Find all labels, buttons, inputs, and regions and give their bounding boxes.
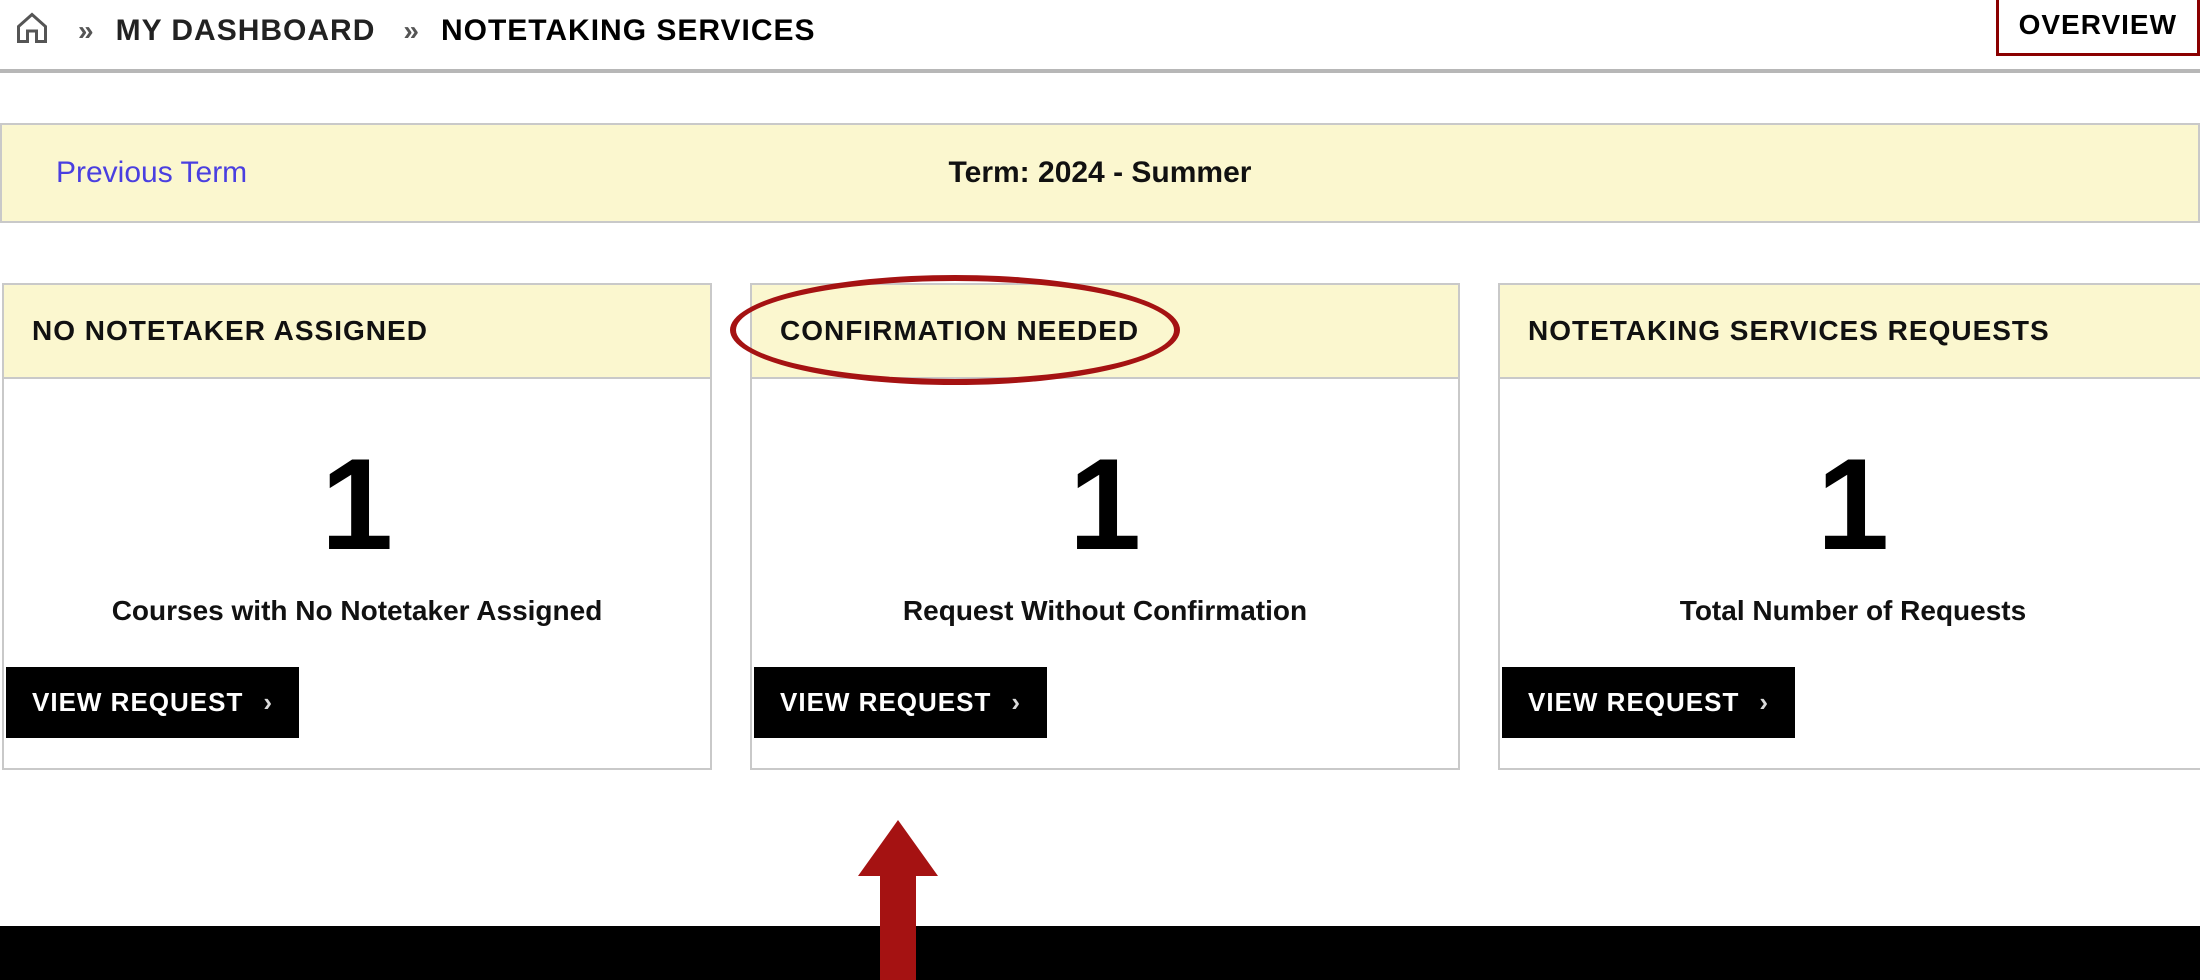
card-count: 1 <box>1817 439 1889 569</box>
card-body: 1 Total Number of Requests VIEW REQUEST … <box>1500 379 2200 768</box>
card-no-notetaker: NO NOTETAKER ASSIGNED 1 Courses with No … <box>2 283 712 770</box>
home-icon[interactable] <box>14 10 50 51</box>
card-count: 1 <box>1069 439 1141 569</box>
chevron-right-icon: › <box>1011 687 1021 718</box>
card-subtitle: Total Number of Requests <box>1680 595 2026 627</box>
chevron-right-icon: › <box>1759 687 1769 718</box>
term-bar: Previous Term Term: 2024 - Summer <box>0 123 2200 223</box>
button-label: VIEW REQUEST <box>32 687 243 718</box>
cards-row: NO NOTETAKER ASSIGNED 1 Courses with No … <box>0 283 2200 770</box>
card-confirmation-needed: CONFIRMATION NEEDED 1 Request Without Co… <box>750 283 1460 770</box>
card-title: CONFIRMATION NEEDED <box>752 285 1458 379</box>
breadcrumb-current: NOTETAKING SERVICES <box>441 14 816 48</box>
chevron-right-icon: » <box>403 15 413 47</box>
breadcrumb-dashboard[interactable]: MY DASHBOARD <box>116 14 376 48</box>
button-label: VIEW REQUEST <box>780 687 991 718</box>
card-service-requests: NOTETAKING SERVICES REQUESTS 1 Total Num… <box>1498 283 2200 770</box>
view-request-button[interactable]: VIEW REQUEST › <box>1502 667 1795 738</box>
overview-button[interactable]: OVERVIEW <box>1996 0 2200 56</box>
card-body: 1 Request Without Confirmation VIEW REQU… <box>752 379 1458 768</box>
card-title: NO NOTETAKER ASSIGNED <box>4 285 710 379</box>
chevron-right-icon: › <box>263 687 273 718</box>
chevron-right-icon: » <box>78 15 88 47</box>
card-subtitle: Request Without Confirmation <box>903 595 1307 627</box>
breadcrumb: » MY DASHBOARD » NOTETAKING SERVICES OVE… <box>0 0 2200 73</box>
card-body: 1 Courses with No Notetaker Assigned VIE… <box>4 379 710 768</box>
card-subtitle: Courses with No Notetaker Assigned <box>112 595 603 627</box>
previous-term-link[interactable]: Previous Term <box>2 156 247 190</box>
button-label: VIEW REQUEST <box>1528 687 1739 718</box>
view-request-button[interactable]: VIEW REQUEST › <box>6 667 299 738</box>
card-title: NOTETAKING SERVICES REQUESTS <box>1500 285 2200 379</box>
view-request-button[interactable]: VIEW REQUEST › <box>754 667 1047 738</box>
card-count: 1 <box>321 439 393 569</box>
term-label: Term: 2024 - Summer <box>600 156 1600 190</box>
footer-bar <box>0 926 2200 980</box>
